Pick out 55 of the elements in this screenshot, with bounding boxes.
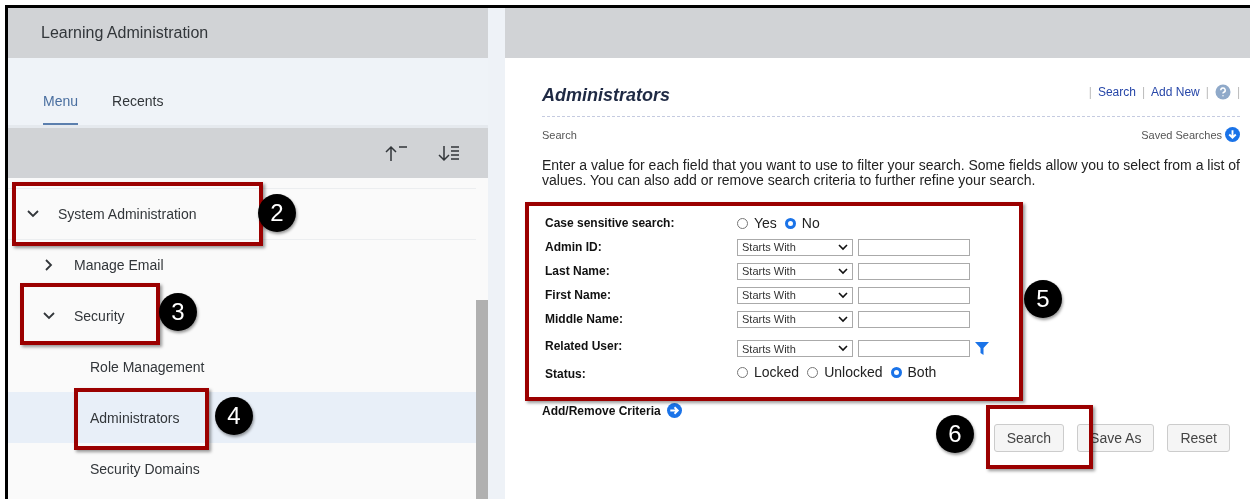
radio-option[interactable]: Locked	[737, 364, 800, 380]
action-button[interactable]: Search	[993, 424, 1065, 452]
header-link[interactable]: Add New	[1151, 85, 1200, 99]
separator: |	[1205, 85, 1209, 99]
header-link[interactable]: Search	[1097, 85, 1136, 99]
tab[interactable]: Recents	[112, 93, 164, 125]
saved-searches-link[interactable]: Saved Searches	[1141, 128, 1222, 141]
section-label: Search	[542, 128, 577, 141]
field-label: First Name:	[545, 288, 613, 302]
arrow-right-icon[interactable]	[666, 403, 682, 418]
field-label: Middle Name:	[545, 312, 624, 326]
app-title: Learning Administration	[41, 24, 209, 42]
field-label: Case sensitive search:	[545, 216, 676, 230]
tree-item[interactable]: Security Domains	[8, 443, 210, 494]
action-button[interactable]: Reset	[1167, 424, 1230, 452]
tree-item[interactable]: Security	[8, 290, 135, 341]
text-field[interactable]	[858, 340, 970, 357]
chevron-down-icon	[838, 291, 848, 299]
text-field[interactable]	[858, 238, 970, 256]
tree-item[interactable]: System Administration	[8, 189, 207, 239]
text-field[interactable]	[858, 310, 970, 328]
tab[interactable]: Menu	[43, 93, 79, 125]
add-remove-criteria-link[interactable]: Add/Remove Criteria	[542, 403, 661, 418]
field-label: Status:	[545, 366, 587, 381]
operator-dropdown[interactable]: Starts With	[737, 262, 853, 280]
field-label: Last Name:	[545, 264, 611, 278]
scrollbar[interactable]	[476, 300, 488, 499]
operator-dropdown[interactable]: Starts With	[737, 286, 853, 304]
field-label: Admin ID:	[545, 240, 603, 254]
tree-item[interactable]: Manage Email	[8, 240, 174, 290]
text-field[interactable]	[858, 262, 970, 280]
chevron-down-icon	[838, 267, 848, 275]
chevron-down-icon	[838, 315, 848, 323]
instructions-text: Enter a value for each field that you want to use to filter your search. Some fields allow you to select from a list of values. You can also add or remove search criteria to further refine your search.	[542, 158, 1240, 188]
separator: |	[1236, 85, 1240, 99]
filter-icon[interactable]	[975, 342, 989, 355]
radio-option[interactable]: Yes	[737, 215, 777, 231]
operator-dropdown[interactable]: Starts With	[737, 340, 853, 357]
arrow-down-icon[interactable]	[1225, 127, 1240, 142]
text-field[interactable]	[858, 286, 970, 304]
chevron-down-icon	[838, 243, 848, 251]
sort-ascending-icon[interactable]	[384, 144, 408, 162]
operator-dropdown[interactable]: Starts With	[737, 310, 853, 328]
separator: |	[1088, 85, 1092, 99]
page-title: Administrators	[542, 85, 671, 106]
tree-item[interactable]: Role Management	[8, 341, 215, 392]
help-icon[interactable]	[1214, 84, 1231, 100]
sort-descending-icon[interactable]	[438, 144, 460, 162]
radio-option[interactable]: Unlocked	[807, 364, 883, 380]
field-label: Related User:	[545, 338, 624, 353]
radio-option[interactable]: Both	[890, 364, 937, 380]
radio-option[interactable]: No	[784, 215, 820, 231]
operator-dropdown[interactable]: Starts With	[737, 238, 853, 256]
separator: |	[1141, 85, 1146, 99]
chevron-down-icon	[838, 345, 848, 352]
